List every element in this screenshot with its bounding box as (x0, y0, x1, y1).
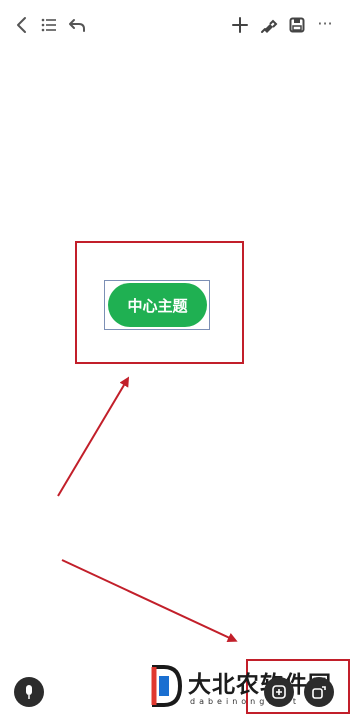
microphone-icon[interactable] (14, 677, 44, 707)
watermark-logo (151, 665, 183, 707)
annotation-arrows (57, 376, 238, 643)
sub-topic-icon[interactable] (264, 677, 294, 707)
arrow-to-topic (57, 376, 130, 497)
arrow-to-bottom-buttons (61, 559, 238, 643)
sibling-topic-icon[interactable] (304, 677, 334, 707)
